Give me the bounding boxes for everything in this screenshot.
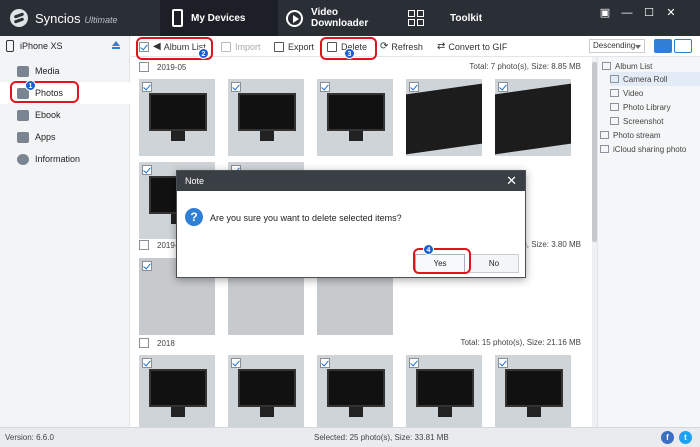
album-photo-library[interactable]: Photo Library xyxy=(610,100,671,114)
question-icon: ? xyxy=(185,208,203,226)
tab-video-downloader[interactable]: Video Downloader xyxy=(286,0,398,36)
photo-thumbnail[interactable] xyxy=(228,79,304,156)
maximize-button[interactable]: ☐ xyxy=(640,5,658,21)
version-label: Version: 6.6.0 xyxy=(5,433,54,442)
import-button[interactable]: Import xyxy=(221,39,261,54)
refresh-button[interactable]: ⟳ Refresh xyxy=(380,39,423,54)
photo-thumbnail[interactable] xyxy=(406,79,482,156)
photo-checkbox[interactable] xyxy=(498,82,508,92)
sidebar-item-apps[interactable]: Apps xyxy=(0,126,130,148)
media-icon xyxy=(17,65,29,77)
group-header: 2019-05 Total: 7 photo(s), Size: 8.85 MB xyxy=(139,60,587,74)
stream-icon xyxy=(600,131,609,139)
photo-checkbox[interactable] xyxy=(231,82,241,92)
group-header: 2018 Total: 15 photo(s), Size: 21.16 MB xyxy=(139,336,587,350)
sort-order-select[interactable]: Descending xyxy=(589,39,645,53)
app-name: Syncios Ultimate xyxy=(35,11,118,26)
dialog-close-icon[interactable]: ✕ xyxy=(506,173,517,189)
group-checkbox[interactable] xyxy=(139,240,149,250)
sidebar-item-ebook[interactable]: Ebook xyxy=(0,104,130,126)
step-badge-3: 3 xyxy=(344,48,355,59)
group-checkbox[interactable] xyxy=(139,338,149,348)
album-screenshot[interactable]: Screenshot xyxy=(610,114,663,128)
apps-icon xyxy=(17,131,29,143)
camera-icon xyxy=(610,75,619,83)
photo-checkbox[interactable] xyxy=(142,82,152,92)
album-video[interactable]: Video xyxy=(610,86,643,100)
device-selector[interactable]: iPhone XS xyxy=(0,36,130,56)
no-button[interactable]: No xyxy=(469,254,519,273)
album-icon xyxy=(602,62,611,70)
group-checkbox[interactable] xyxy=(139,62,149,72)
photo-checkbox[interactable] xyxy=(409,358,419,368)
refresh-icon: ⟳ xyxy=(380,41,389,52)
album-list-heading[interactable]: Album List xyxy=(602,59,652,73)
annotation-ring-yes xyxy=(413,248,471,274)
facebook-icon[interactable]: f xyxy=(661,431,674,444)
sidebar-item-media[interactable]: Media xyxy=(0,60,130,82)
status-bar: Version: 6.6.0 Selected: 25 photo(s), Si… xyxy=(0,427,700,447)
step-badge-1: 1 xyxy=(25,80,36,91)
selection-summary: Selected: 25 photo(s), Size: 33.81 MB xyxy=(314,433,449,442)
play-icon xyxy=(286,9,303,27)
info-icon xyxy=(17,153,29,165)
photo-thumbnail[interactable] xyxy=(228,355,304,427)
eject-icon[interactable] xyxy=(112,41,120,49)
import-icon xyxy=(221,41,231,52)
convert-icon: ⇄ xyxy=(437,41,446,52)
album-camera-roll[interactable]: Camera Roll xyxy=(610,72,700,86)
album-photo-stream[interactable]: Photo stream xyxy=(600,128,661,142)
album-icloud-sharing[interactable]: iCloud sharing photo xyxy=(600,142,686,156)
feedback-button[interactable]: ▣ xyxy=(596,5,614,21)
title-bar: Syncios Ultimate My Devices Video Downloa… xyxy=(0,0,700,36)
syncios-logo-icon xyxy=(10,9,28,27)
book-icon xyxy=(17,109,29,121)
cloud-icon xyxy=(600,145,609,153)
photo-thumbnail[interactable] xyxy=(139,79,215,156)
annotation-ring-photos xyxy=(10,81,79,103)
dialog-message: Are you sure you want to delete selected… xyxy=(210,213,402,223)
video-icon xyxy=(610,89,619,97)
close-button[interactable]: ✕ xyxy=(662,5,680,21)
grid-view-button[interactable] xyxy=(654,39,672,53)
photo-checkbox[interactable] xyxy=(231,358,241,368)
photo-thumbnail[interactable] xyxy=(317,355,393,427)
export-icon xyxy=(274,41,284,52)
tab-toolkit[interactable]: Toolkit xyxy=(408,0,498,36)
photo-checkbox[interactable] xyxy=(142,358,152,368)
sidebar-item-information[interactable]: Information xyxy=(0,148,130,170)
convert-to-gif-button[interactable]: ⇄ Convert to GIF xyxy=(437,39,507,54)
toolbar: ◀ Album List Import Export Delete ⟳ Refr… xyxy=(131,36,700,57)
photo-thumbnail[interactable] xyxy=(406,355,482,427)
screenshot-icon xyxy=(610,117,619,125)
list-view-button[interactable] xyxy=(674,39,692,53)
library-icon xyxy=(610,103,619,111)
minimize-button[interactable]: — xyxy=(618,5,636,21)
step-badge-2: 2 xyxy=(198,48,209,59)
dialog-title-bar: Note ✕ xyxy=(177,171,525,191)
photo-thumbnail[interactable] xyxy=(139,355,215,427)
delete-confirm-dialog: Note ✕ ? Are you sure you want to delete… xyxy=(176,170,526,278)
iphone-icon xyxy=(6,40,14,52)
album-list-panel: Album List Camera Roll Video Photo Libra… xyxy=(597,57,700,427)
photo-checkbox[interactable] xyxy=(142,261,152,271)
photo-checkbox[interactable] xyxy=(409,82,419,92)
photo-checkbox[interactable] xyxy=(320,82,330,92)
photo-thumbnail[interactable] xyxy=(495,355,571,427)
photo-thumbnail[interactable] xyxy=(317,79,393,156)
photo-checkbox[interactable] xyxy=(498,358,508,368)
tab-my-devices[interactable]: My Devices xyxy=(160,0,278,36)
export-button[interactable]: Export xyxy=(274,39,314,54)
toolkit-icon xyxy=(408,10,424,26)
photo-checkbox[interactable] xyxy=(142,165,152,175)
step-badge-4: 4 xyxy=(423,244,434,255)
photo-thumbnail[interactable] xyxy=(495,79,571,156)
twitter-icon[interactable]: t xyxy=(679,431,692,444)
photo-checkbox[interactable] xyxy=(320,358,330,368)
phone-icon xyxy=(172,9,183,27)
